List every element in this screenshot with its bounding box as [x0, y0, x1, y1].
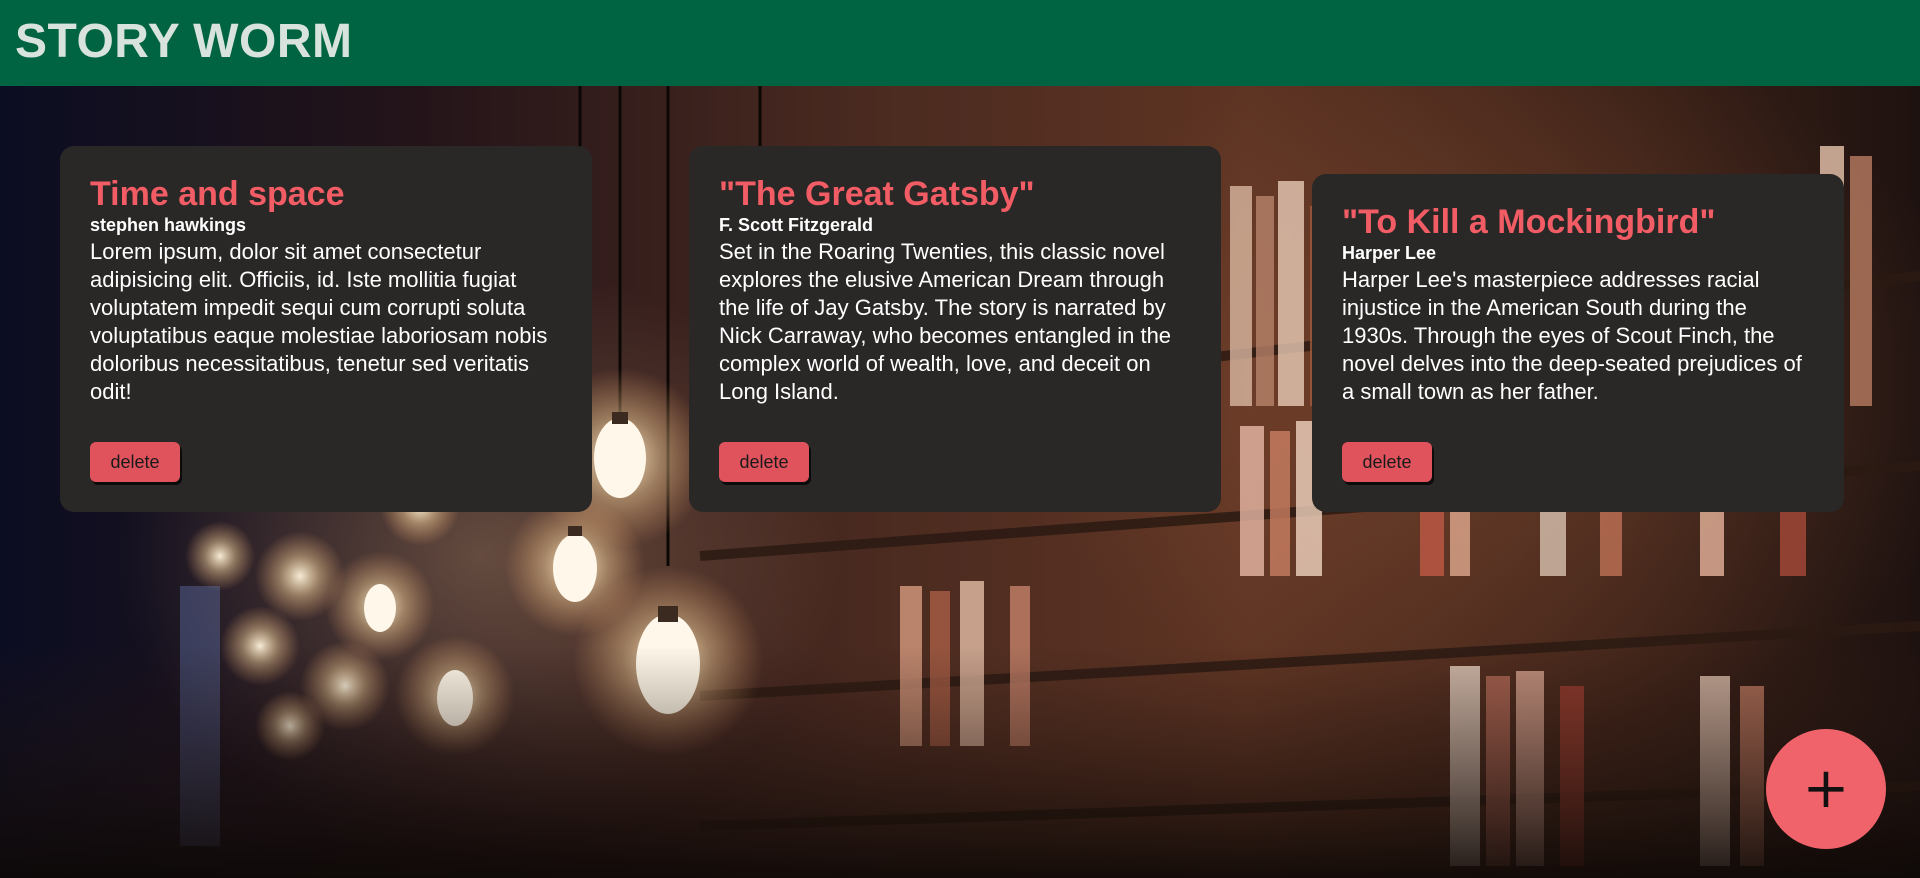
book-author: Harper Lee [1342, 243, 1437, 263]
book-card: Time and space stephen hawkings Lorem ip… [60, 146, 592, 512]
delete-button[interactable]: delete [1342, 442, 1432, 482]
app-title: STORY WORM [15, 15, 353, 68]
delete-button[interactable]: delete [90, 442, 180, 482]
book-title: Time and space [90, 175, 345, 213]
delete-button[interactable]: delete [719, 442, 809, 482]
book-description: Harper Lee's masterpiece addresses racia… [1342, 267, 1802, 404]
book-card: "The Great Gatsby" F. Scott Fitzgerald S… [689, 146, 1221, 512]
book-description: Lorem ipsum, dolor sit amet consectetur … [90, 239, 548, 404]
book-title: "To Kill a Mockingbird" [1342, 203, 1716, 241]
book-card: "To Kill a Mockingbird" Harper Lee Harpe… [1312, 174, 1844, 512]
book-author: F. Scott Fitzgerald [719, 215, 874, 235]
book-description: Set in the Roaring Twenties, this classi… [719, 239, 1172, 404]
book-author: stephen hawkings [90, 215, 247, 235]
plus-icon: + [1802, 756, 1850, 821]
book-title: "The Great Gatsby" [719, 175, 1035, 213]
add-book-button[interactable]: + [1766, 729, 1886, 849]
app-header: STORY WORM [0, 0, 1920, 86]
